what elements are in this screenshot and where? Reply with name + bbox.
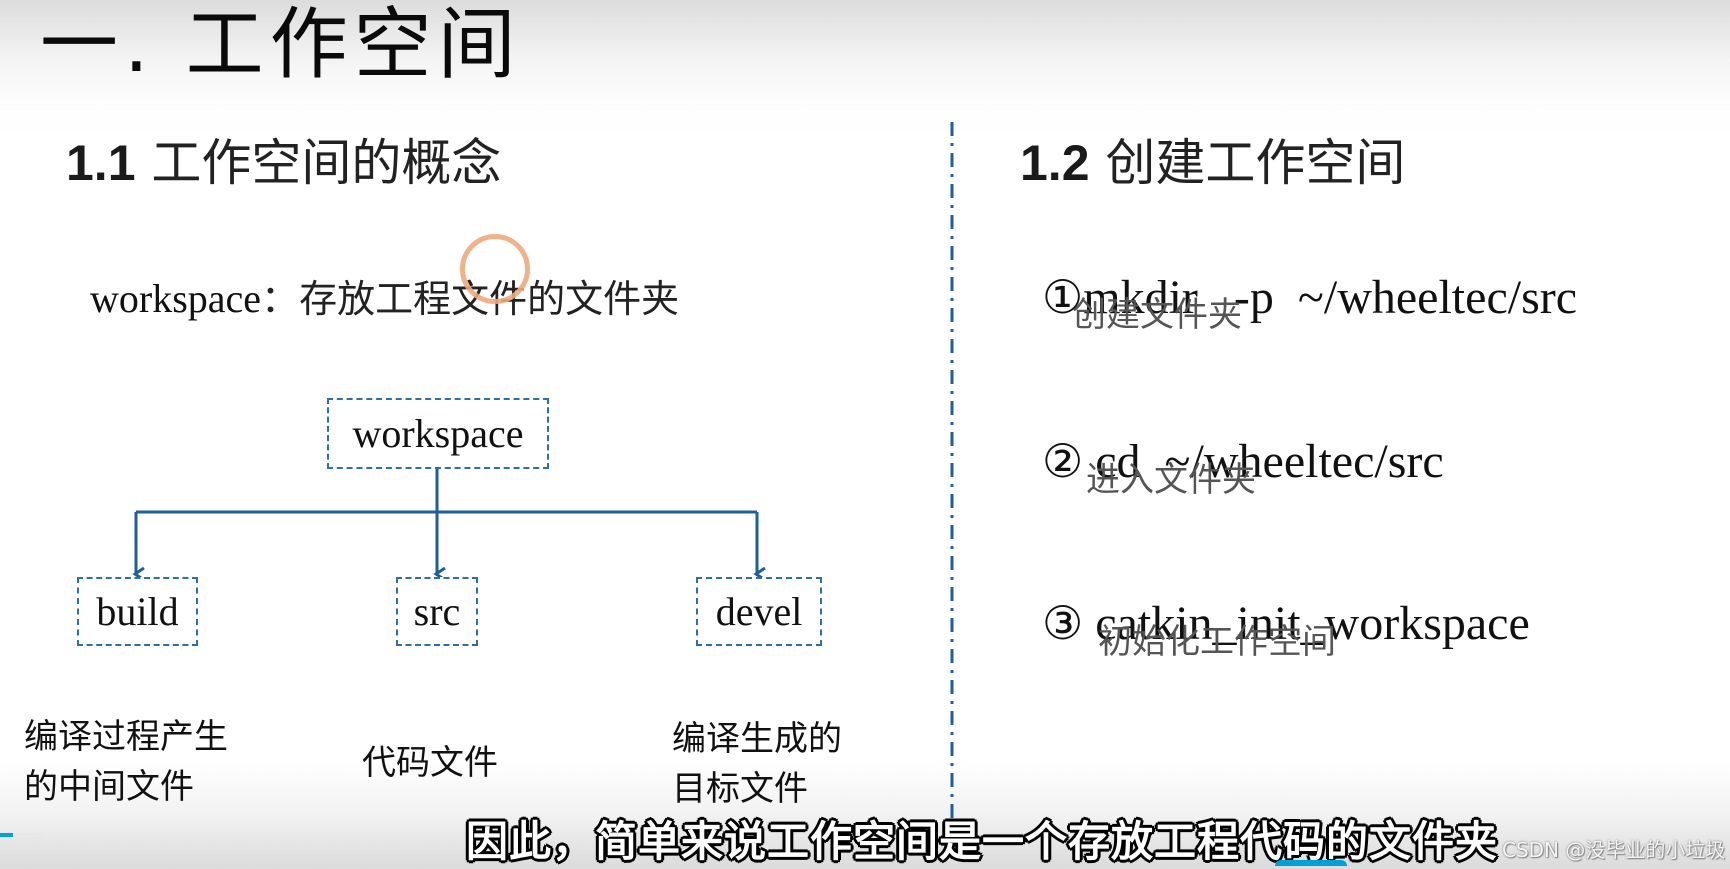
build-description: 编译过程产生 的中间文件 <box>24 712 228 812</box>
video-progress-bar[interactable] <box>0 833 13 837</box>
section-2-heading: 1.2 创建工作空间 <box>1020 138 1405 188</box>
step-1-note: 创建文件夹 <box>1072 295 1242 335</box>
src-description-line: 代码文件 <box>362 743 498 783</box>
step-3-marker: ③ <box>1042 596 1084 650</box>
video-control-tab[interactable] <box>1275 860 1347 866</box>
build-description-line: 的中间文件 <box>24 767 194 807</box>
node-devel: devel <box>696 577 822 646</box>
section-2-number: 1.2 <box>1020 135 1090 191</box>
step-3-note: 初始化工作空间 <box>1098 622 1336 662</box>
node-src: src <box>396 577 478 646</box>
section-2-title: 创建工作空间 <box>1105 134 1406 192</box>
node-build: build <box>77 577 198 646</box>
devel-description: 编译生成的 目标文件 <box>672 714 842 814</box>
video-progress-track[interactable] <box>13 833 43 835</box>
devel-description-line: 目标文件 <box>672 769 808 809</box>
step-2-note: 进入文件夹 <box>1086 460 1256 500</box>
build-description-line: 编译过程产生 <box>24 717 228 757</box>
csdn-watermark: CSDN @没毕业的小垃圾 <box>1502 838 1726 862</box>
tree-connectors <box>0 122 954 862</box>
src-description: 代码文件 <box>362 738 498 788</box>
step-2-marker: ② <box>1042 434 1084 488</box>
devel-description-line: 编译生成的 <box>672 719 842 759</box>
node-workspace: workspace <box>327 398 549 469</box>
